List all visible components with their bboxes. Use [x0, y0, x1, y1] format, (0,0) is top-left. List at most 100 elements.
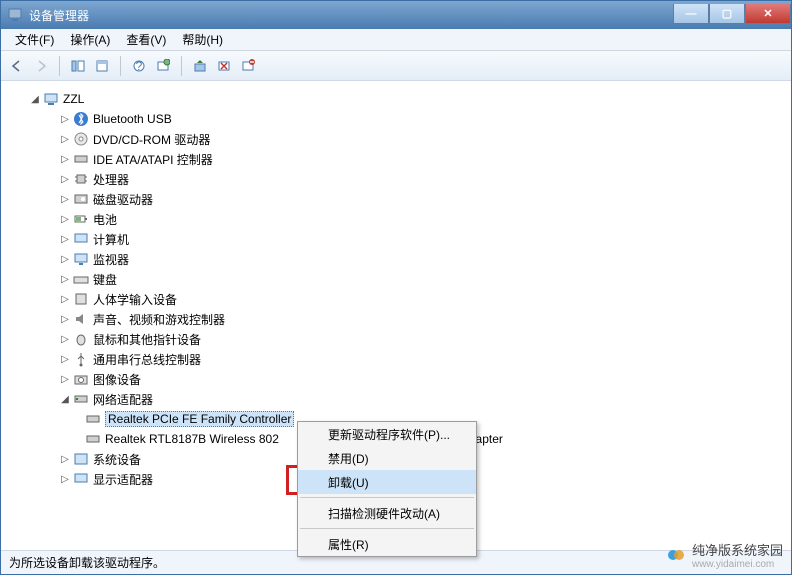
sound-icon	[73, 311, 89, 327]
toolbar: ?	[1, 51, 791, 81]
keyboard-icon	[73, 271, 89, 287]
node-label: 声音、视频和游戏控制器	[93, 311, 225, 328]
node-label: 系统设备	[93, 451, 141, 468]
tree-item-disk[interactable]: ▷ 磁盘驱动器	[15, 189, 789, 209]
ctx-separator	[300, 528, 474, 529]
close-button[interactable]: ✕	[745, 4, 791, 24]
expand-icon[interactable]: ▷	[59, 153, 71, 165]
ctx-disable[interactable]: 禁用(D)	[298, 446, 476, 470]
scan-hardware-button[interactable]	[153, 56, 173, 76]
expand-icon[interactable]: ▷	[59, 453, 71, 465]
tree-item-mouse[interactable]: ▷ 鼠标和其他指针设备	[15, 329, 789, 349]
menu-file[interactable]: 文件(F)	[7, 29, 62, 50]
ide-icon	[73, 151, 89, 167]
ctx-scan-hardware[interactable]: 扫描检测硬件改动(A)	[298, 501, 476, 525]
expand-icon[interactable]: ▷	[59, 133, 71, 145]
node-label: Bluetooth USB	[93, 112, 172, 126]
node-label: 网络适配器	[93, 391, 153, 408]
context-menu: 更新驱动程序软件(P)... 禁用(D) 卸载(U) 扫描检测硬件改动(A) 属…	[297, 421, 477, 557]
tree-item-usb[interactable]: ▷通用串行总线控制器	[15, 349, 789, 369]
tree-item-bluetooth[interactable]: ▷ Bluetooth USB	[15, 109, 789, 129]
display-icon	[73, 471, 89, 487]
node-label: 监视器	[93, 251, 129, 268]
expand-icon[interactable]: ▷	[59, 473, 71, 485]
disable-button[interactable]	[238, 56, 258, 76]
node-label: DVD/CD-ROM 驱动器	[93, 131, 210, 148]
watermark-icon	[666, 545, 686, 565]
watermark: 纯净版系统家园 www.yidaimei.com	[666, 540, 783, 570]
maximize-button[interactable]: ▢	[709, 4, 745, 24]
tree-item-dvd[interactable]: ▷ DVD/CD-ROM 驱动器	[15, 129, 789, 149]
svg-text:?: ?	[136, 59, 143, 73]
properties-button[interactable]	[92, 56, 112, 76]
dvd-icon	[73, 131, 89, 147]
ctx-uninstall[interactable]: 卸载(U)	[298, 470, 476, 494]
expand-icon[interactable]: ▷	[59, 113, 71, 125]
expand-icon[interactable]: ▷	[59, 173, 71, 185]
node-label: 图像设备	[93, 371, 141, 388]
expand-icon[interactable]: ▷	[59, 353, 71, 365]
minimize-button[interactable]: —	[673, 4, 709, 24]
nic-icon	[85, 431, 101, 447]
tree-item-sound[interactable]: ▷ 声音、视频和游戏控制器	[15, 309, 789, 329]
help-button[interactable]: ?	[129, 56, 149, 76]
expand-icon[interactable]: ▷	[59, 253, 71, 265]
tree-item-computer[interactable]: ▷ 计算机	[15, 229, 789, 249]
disk-icon	[73, 191, 89, 207]
back-button[interactable]	[7, 56, 27, 76]
computer-icon	[73, 231, 89, 247]
show-hide-tree-button[interactable]	[68, 56, 88, 76]
device-manager-window: 设备管理器 — ▢ ✕ 文件(F) 操作(A) 查看(V) 帮助(H) ? ◢Z…	[0, 0, 792, 575]
tree-item-hid[interactable]: ▷ 人体学输入设备	[15, 289, 789, 309]
tree-item-network[interactable]: ◢ 网络适配器	[15, 389, 789, 409]
bluetooth-icon	[73, 111, 89, 127]
tree-item-battery[interactable]: ▷ 电池	[15, 209, 789, 229]
node-label: IDE ATA/ATAPI 控制器	[93, 151, 213, 168]
monitor-icon	[73, 251, 89, 267]
cpu-icon	[73, 171, 89, 187]
expand-icon[interactable]: ▷	[59, 233, 71, 245]
menu-help[interactable]: 帮助(H)	[174, 29, 231, 50]
expand-icon[interactable]: ▷	[59, 273, 71, 285]
computer-icon	[43, 91, 59, 107]
node-label: 显示适配器	[93, 471, 153, 488]
mouse-icon	[73, 331, 89, 347]
expand-icon[interactable]: ▷	[59, 293, 71, 305]
tree-item-keyboard[interactable]: ▷ 键盘	[15, 269, 789, 289]
ctx-properties[interactable]: 属性(R)	[298, 532, 476, 556]
forward-button[interactable]	[31, 56, 51, 76]
uninstall-button[interactable]	[214, 56, 234, 76]
tree-item-monitor[interactable]: ▷ 监视器	[15, 249, 789, 269]
system-icon	[73, 451, 89, 467]
expand-icon[interactable]: ▷	[59, 313, 71, 325]
app-icon	[7, 7, 23, 23]
root-node[interactable]: ◢ZZL	[15, 89, 789, 109]
expand-icon[interactable]: ▷	[59, 193, 71, 205]
node-label: 键盘	[93, 271, 117, 288]
update-driver-button[interactable]	[190, 56, 210, 76]
node-label: 电池	[93, 211, 117, 228]
network-icon	[73, 391, 89, 407]
battery-icon	[73, 211, 89, 227]
expand-icon[interactable]: ◢	[59, 393, 71, 405]
node-label: 计算机	[93, 231, 129, 248]
node-label: 磁盘驱动器	[93, 191, 153, 208]
usb-icon	[73, 351, 89, 367]
expand-icon[interactable]: ▷	[59, 213, 71, 225]
tree-item-cpu[interactable]: ▷处理器	[15, 169, 789, 189]
expand-icon: ◢	[29, 93, 41, 105]
node-label: Realtek RTL8187B Wireless 802	[105, 432, 279, 446]
menu-view[interactable]: 查看(V)	[118, 29, 174, 50]
ctx-update-driver[interactable]: 更新驱动程序软件(P)...	[298, 422, 476, 446]
camera-icon	[73, 371, 89, 387]
expand-icon[interactable]: ▷	[59, 373, 71, 385]
tree-item-ide[interactable]: ▷ IDE ATA/ATAPI 控制器	[15, 149, 789, 169]
tree-item-imaging[interactable]: ▷ 图像设备	[15, 369, 789, 389]
expand-icon[interactable]: ▷	[59, 333, 71, 345]
menu-action[interactable]: 操作(A)	[62, 29, 118, 50]
node-label: 鼠标和其他指针设备	[93, 331, 201, 348]
node-label: 人体学输入设备	[93, 291, 177, 308]
node-label-selected: Realtek PCIe FE Family Controller	[105, 411, 294, 427]
hid-icon	[73, 291, 89, 307]
titlebar[interactable]: 设备管理器 — ▢ ✕	[1, 1, 791, 29]
